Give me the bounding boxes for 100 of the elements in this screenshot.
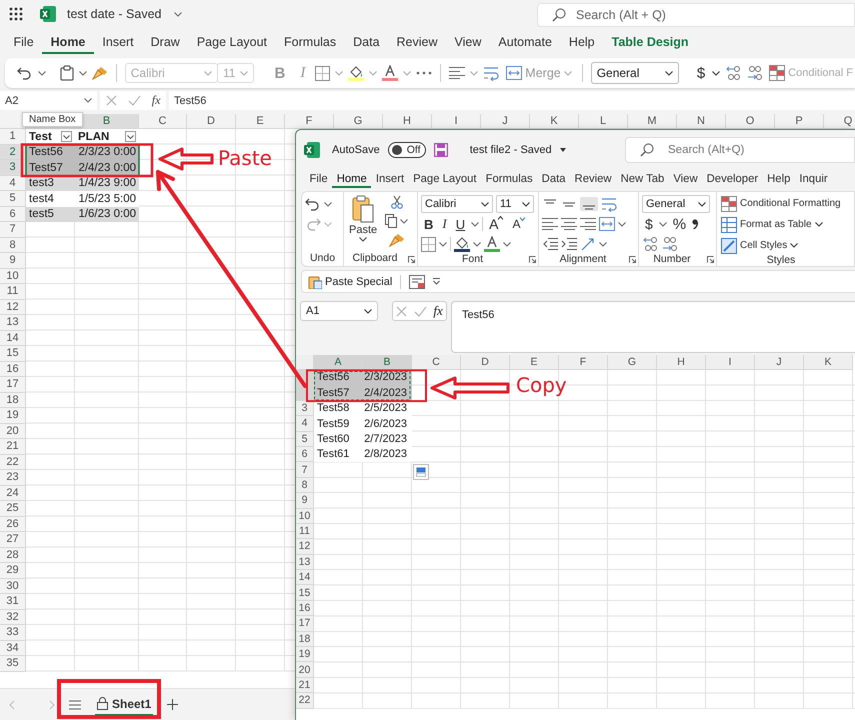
more-options-icon[interactable] bbox=[416, 71, 432, 75]
ribbon-tab[interactable]: File bbox=[5, 30, 42, 54]
search-field[interactable]: Search (Alt + Q) bbox=[576, 5, 854, 25]
row-header[interactable]: 9 bbox=[296, 493, 314, 509]
align-text-icon[interactable] bbox=[449, 67, 466, 79]
column-header[interactable]: N bbox=[677, 114, 726, 129]
format-painter-icon[interactable] bbox=[388, 233, 405, 247]
row-header[interactable]: 24 bbox=[0, 486, 26, 501]
merge-icon[interactable] bbox=[506, 66, 522, 80]
ribbon-tab[interactable]: Help bbox=[560, 30, 604, 54]
row-header[interactable]: 35 bbox=[0, 656, 26, 672]
clipboard-icon[interactable] bbox=[60, 65, 74, 81]
ribbon-tab[interactable]: View bbox=[446, 30, 490, 54]
row-header[interactable]: 20 bbox=[0, 424, 26, 439]
row-header[interactable]: 29 bbox=[0, 563, 26, 578]
ribbon-tab[interactable]: View bbox=[668, 171, 702, 188]
chevron-down-icon[interactable] bbox=[814, 222, 823, 227]
insert-function-button[interactable]: fx bbox=[433, 303, 443, 319]
dialog-launcher-icon[interactable] bbox=[707, 256, 714, 263]
row-header[interactable]: 10 bbox=[0, 268, 26, 284]
copy-icon[interactable] bbox=[385, 214, 398, 228]
column-header[interactable]: J bbox=[755, 355, 804, 370]
filter-button[interactable] bbox=[61, 131, 72, 142]
row-header[interactable]: 10 bbox=[296, 508, 314, 524]
font-style-button[interactable]: U bbox=[452, 216, 468, 232]
row-header[interactable]: 18 bbox=[0, 392, 26, 408]
row-header[interactable]: 20 bbox=[296, 662, 314, 678]
column-header[interactable]: K bbox=[804, 355, 853, 370]
row-header[interactable]: 11 bbox=[0, 284, 26, 300]
decrease-decimal-icon[interactable] bbox=[746, 65, 762, 81]
column-header[interactable]: A bbox=[314, 355, 363, 370]
increase-decimal-icon[interactable] bbox=[725, 65, 742, 81]
row-header[interactable]: 34 bbox=[0, 640, 26, 656]
row-header[interactable]: 1 bbox=[0, 129, 26, 144]
dialog-launcher-icon[interactable] bbox=[408, 256, 415, 263]
search-field[interactable]: Search (Alt+Q) bbox=[668, 139, 854, 161]
paste-button[interactable]: Paste bbox=[347, 195, 380, 242]
column-header[interactable]: Q bbox=[824, 114, 855, 129]
undo-icon[interactable] bbox=[305, 197, 321, 211]
fill-color-icon[interactable] bbox=[454, 236, 470, 252]
add-sheet-icon[interactable] bbox=[167, 699, 178, 710]
column-header[interactable]: D bbox=[187, 114, 236, 129]
row-header[interactable]: 14 bbox=[296, 570, 314, 586]
column-header[interactable]: B bbox=[363, 355, 412, 370]
align-left-icon[interactable] bbox=[542, 218, 558, 230]
ribbon-tab[interactable]: Data bbox=[344, 30, 388, 54]
row-header[interactable]: 23 bbox=[0, 470, 26, 486]
row-header[interactable]: 19 bbox=[296, 647, 314, 662]
currency-button[interactable]: $ bbox=[694, 64, 708, 82]
chevron-down-icon[interactable] bbox=[400, 218, 408, 224]
column-header[interactable]: O bbox=[726, 114, 775, 129]
column-header[interactable]: M bbox=[628, 114, 677, 129]
orientation-icon[interactable] bbox=[580, 237, 596, 251]
row-header[interactable]: 16 bbox=[296, 600, 314, 616]
ribbon-tab[interactable]: Insert bbox=[371, 171, 409, 188]
grow-font-button[interactable]: A bbox=[486, 216, 506, 232]
shrink-font-button[interactable]: A bbox=[509, 217, 528, 231]
chevron-down-icon[interactable] bbox=[481, 202, 489, 206]
wrap-text-icon[interactable] bbox=[483, 65, 500, 81]
save-icon[interactable] bbox=[434, 143, 448, 157]
chevron-down-icon[interactable] bbox=[790, 243, 798, 248]
font-style-button[interactable]: B bbox=[421, 216, 436, 232]
decrease-indent-icon[interactable] bbox=[542, 238, 558, 250]
row-header[interactable]: 14 bbox=[0, 330, 26, 346]
column-header[interactable]: E bbox=[510, 355, 559, 370]
row-header[interactable]: 15 bbox=[296, 585, 314, 601]
column-header[interactable]: G bbox=[334, 114, 383, 129]
currency-button[interactable]: $ bbox=[642, 216, 656, 232]
column-header[interactable]: P bbox=[775, 114, 824, 129]
name-box[interactable]: A2 bbox=[0, 91, 97, 110]
row-header[interactable]: 25 bbox=[0, 501, 26, 516]
column-header[interactable]: F bbox=[285, 114, 334, 129]
row-header[interactable]: 7 bbox=[0, 222, 26, 238]
row-header[interactable]: 32 bbox=[0, 610, 26, 625]
row-header[interactable]: 13 bbox=[296, 554, 314, 570]
chevron-down-icon[interactable] bbox=[38, 70, 46, 76]
column-header[interactable]: D bbox=[461, 355, 510, 370]
ribbon-tab[interactable]: Developer bbox=[702, 171, 763, 188]
filter-button[interactable] bbox=[125, 131, 136, 142]
row-header[interactable]: 19 bbox=[0, 408, 26, 424]
chevron-down-icon[interactable] bbox=[599, 242, 607, 246]
sheet-tab[interactable]: Sheet1 bbox=[95, 694, 154, 716]
row-header[interactable]: 4 bbox=[296, 416, 314, 432]
chevron-down-icon[interactable] bbox=[665, 70, 674, 76]
align-right-icon[interactable] bbox=[580, 218, 596, 230]
column-header[interactable]: J bbox=[481, 114, 530, 129]
font-size-dropdown[interactable]: 11 bbox=[496, 195, 534, 213]
ribbon-tab[interactable]: Help bbox=[762, 171, 795, 188]
decrease-decimal-icon[interactable] bbox=[661, 236, 677, 252]
row-header[interactable]: 8 bbox=[296, 478, 314, 494]
search-bar[interactable]: Search (Alt+Q) bbox=[625, 137, 855, 163]
sheet-list-icon[interactable] bbox=[69, 700, 81, 710]
ribbon-tab[interactable]: Table Design bbox=[603, 30, 698, 54]
font-color-icon[interactable] bbox=[382, 65, 398, 81]
row-header[interactable]: 21 bbox=[0, 439, 26, 454]
increase-indent-icon[interactable] bbox=[561, 238, 577, 250]
row-header[interactable]: 8 bbox=[0, 238, 26, 253]
formula-bar[interactable]: Test56 bbox=[451, 301, 855, 353]
row-header[interactable]: 26 bbox=[0, 516, 26, 532]
borders-icon[interactable] bbox=[315, 66, 330, 80]
